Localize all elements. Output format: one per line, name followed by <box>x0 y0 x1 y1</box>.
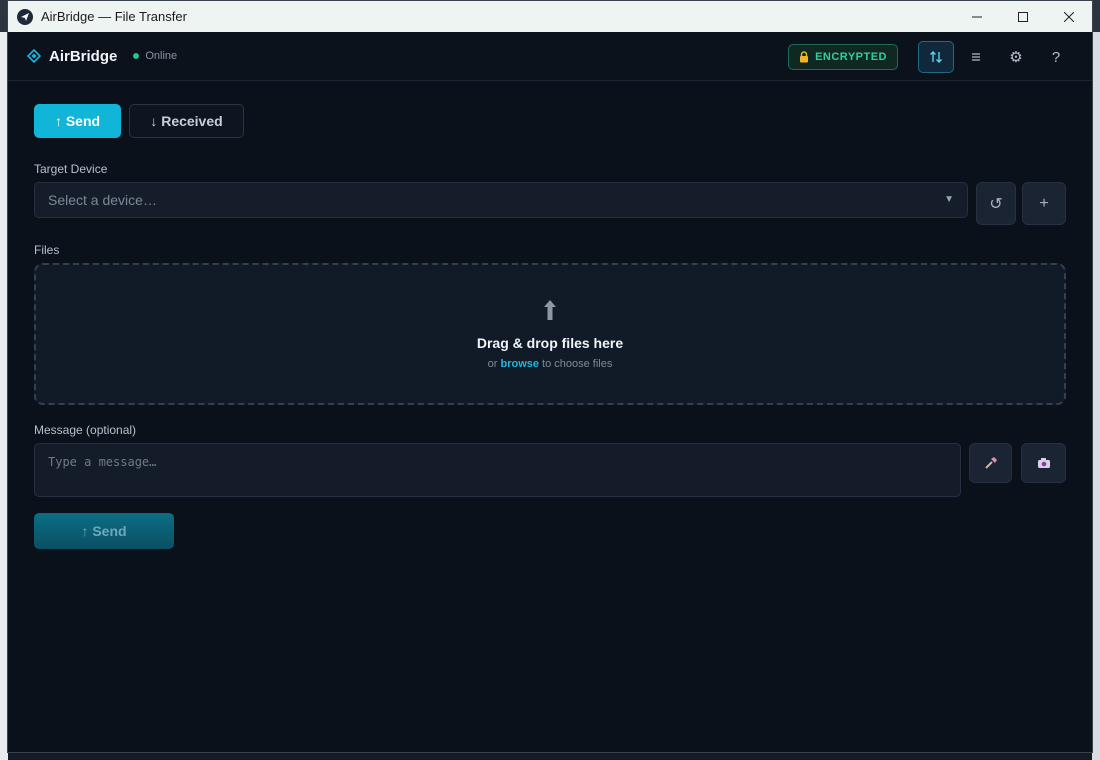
lock-icon <box>800 51 809 63</box>
dropzone-title: Drag & drop files here <box>476 334 624 351</box>
desktop-right-edge <box>1092 32 1100 760</box>
message-tool-button[interactable] <box>969 443 1012 483</box>
online-status-dot <box>133 53 140 59</box>
history-list-button[interactable] <box>958 41 994 73</box>
encrypted-label: ENCRYPTED <box>815 51 887 63</box>
gear-icon: ⚙ <box>1009 49 1023 66</box>
title-bar[interactable]: AirBridge — File Transfer <box>8 1 1092 32</box>
files-label: Files <box>34 243 60 257</box>
app-header: AirBridge Online ENCRYPTED ⚙ ? <box>8 32 1092 81</box>
settings-button[interactable]: ⚙ <box>998 41 1034 73</box>
list-icon <box>972 53 980 61</box>
brand-logo-icon <box>27 49 41 63</box>
camera-icon <box>1037 458 1050 468</box>
minimize-button[interactable] <box>954 1 1000 32</box>
plus-icon: + <box>1039 194 1049 212</box>
minimize-icon <box>972 16 982 17</box>
close-icon <box>1064 11 1074 22</box>
window-controls <box>954 1 1092 32</box>
transfer-arrows-icon <box>930 51 942 63</box>
chevron-down-icon: ▼ <box>944 194 954 205</box>
window-title: AirBridge — File Transfer <box>41 9 187 24</box>
message-input[interactable]: Type a message… <box>34 443 961 497</box>
file-dropzone[interactable]: Drag & drop files here or browse to choo… <box>34 263 1066 405</box>
mode-tabs: ↑ Send ↓ Received <box>34 104 1066 138</box>
encrypted-badge: ENCRYPTED <box>788 44 898 70</box>
maximize-button[interactable] <box>1000 1 1046 32</box>
brand-name: AirBridge <box>49 47 118 65</box>
upload-arrow-icon <box>542 299 558 327</box>
dropzone-subtitle: or browse to choose files <box>488 358 613 370</box>
camera-button[interactable] <box>1021 443 1066 483</box>
dropzone-sub-suffix: to choose files <box>538 357 613 370</box>
close-button[interactable] <box>1046 1 1092 32</box>
refresh-icon: ↺ <box>989 195 1003 213</box>
target-device-placeholder: Select a device… <box>48 192 157 208</box>
help-icon: ? <box>1051 48 1061 66</box>
tab-send[interactable]: ↑ Send <box>34 104 121 138</box>
header-actions: ENCRYPTED ⚙ ? <box>788 41 1074 73</box>
target-device-select[interactable]: Select a device… ▼ <box>34 182 968 218</box>
main-content: ↑ Send ↓ Received Target Device Select a… <box>34 104 1066 549</box>
transfer-view-button[interactable] <box>918 41 954 73</box>
help-button[interactable]: ? <box>1038 41 1074 73</box>
target-device-label: Target Device <box>34 162 108 176</box>
message-label: Message (optional) <box>34 423 137 437</box>
online-status-label: Online <box>145 50 178 62</box>
app-window: AirBridge — File Transfer AirBridge Onli… <box>7 0 1093 753</box>
refresh-devices-button[interactable]: ↺ <box>976 182 1016 225</box>
tab-received[interactable]: ↓ Received <box>129 104 244 138</box>
dropzone-sub-prefix: or <box>487 357 501 370</box>
add-device-button[interactable]: + <box>1022 182 1066 225</box>
app-icon <box>17 8 33 25</box>
send-button[interactable]: ↑ Send <box>34 513 174 549</box>
maximize-icon <box>1018 11 1028 22</box>
hammer-icon <box>984 457 997 469</box>
browse-link[interactable]: browse <box>500 358 539 370</box>
